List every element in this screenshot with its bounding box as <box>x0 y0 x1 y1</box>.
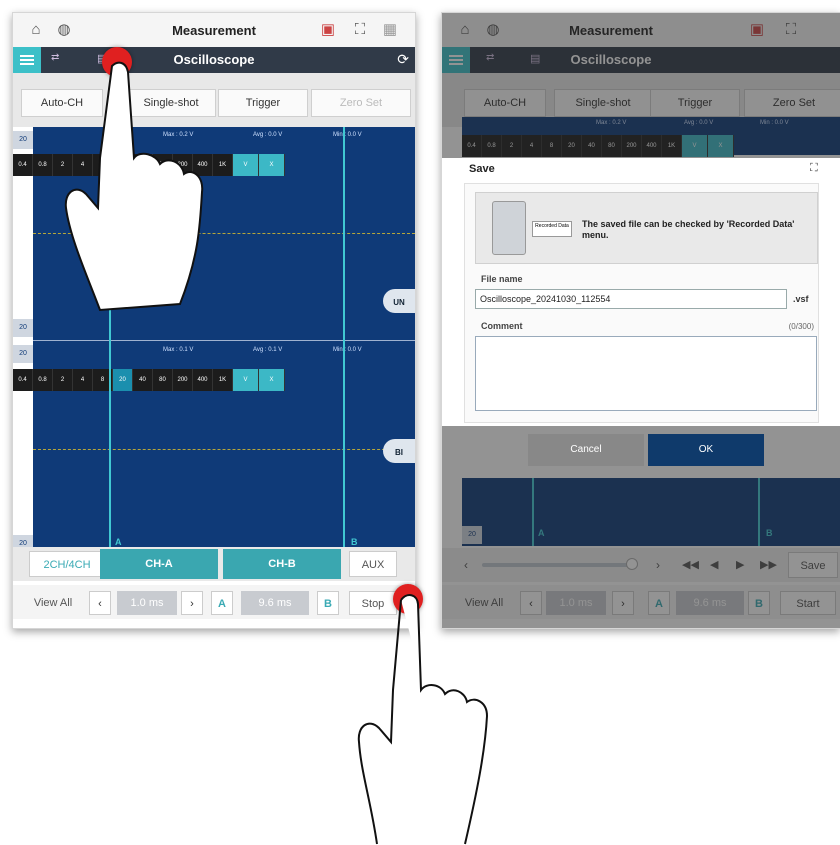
tablet-illustration <box>492 201 526 255</box>
file-name-input[interactable]: Oscilloscope_20241030_112554 <box>475 289 787 309</box>
cursor-b-button[interactable]: B <box>317 591 339 615</box>
channel-a-scale-label: 20 <box>13 131 33 149</box>
scale-value[interactable]: 400 <box>193 369 213 391</box>
save-dialog-title: Save <box>469 163 495 175</box>
channel-b-max: Max : 0.1 V <box>163 347 194 353</box>
scale-value-selected[interactable]: 20 <box>113 369 133 391</box>
scale-value[interactable]: 80 <box>153 369 173 391</box>
scale-value[interactable]: 2 <box>53 369 73 391</box>
screenshot-icon[interactable]: ⛶ <box>351 21 369 39</box>
scale-close-x[interactable]: X <box>259 154 285 176</box>
comment-counter: (0/300) <box>788 322 814 331</box>
channel-bar: 2CH/4CH CH-A CH-B AUX <box>13 547 415 581</box>
right-tablet-screen: ⌂ ◍ Measurement ▣ ⛶ ⇄ ▤ Oscilloscope Aut… <box>441 12 840 629</box>
scale-unit-v[interactable]: V <box>233 369 259 391</box>
channel-a-avg: Avg : 0.0 V <box>253 132 283 138</box>
save-form-panel: Recorded Data The saved file can be chec… <box>464 183 819 423</box>
pointing-hand-top-icon <box>64 61 204 312</box>
channel-b-zero-line <box>33 449 415 450</box>
top-bar: ⌂ ◍ Measurement ▣ ⛶ ▦ <box>13 13 415 47</box>
channel-a-bottom-label: 20 <box>13 319 33 337</box>
channel-b-volt-scale[interactable]: 0.4 0.8 2 4 8 20 40 80 200 400 1K V X <box>13 369 285 391</box>
comment-label: Comment <box>481 321 523 331</box>
modal-overlay-top <box>442 13 840 158</box>
scale-value[interactable]: 1K <box>213 154 233 176</box>
side-up-button[interactable]: UN <box>383 289 415 313</box>
scale-value[interactable]: 4 <box>73 369 93 391</box>
scale-value[interactable]: 200 <box>173 369 193 391</box>
ch-a-button[interactable]: CH-A <box>100 549 218 579</box>
channel-count-button[interactable]: 2CH/4CH <box>29 551 105 577</box>
save-dialog: Save ⛶ Recorded Data The saved file can … <box>442 158 840 478</box>
channel-a-min: Min : 0.0 V <box>333 132 362 138</box>
grid-icon[interactable]: ▦ <box>381 21 399 39</box>
ok-button[interactable]: OK <box>648 434 764 466</box>
file-name-label: File name <box>481 274 523 284</box>
channel-b-scale-label: 20 <box>13 345 33 363</box>
side-down-button[interactable]: BI <box>383 439 415 463</box>
modal-overlay-bottom <box>442 478 840 628</box>
file-extension: .vsf <box>793 294 809 304</box>
scale-close-x[interactable]: X <box>259 369 285 391</box>
ch-b-button[interactable]: CH-B <box>223 549 341 579</box>
scale-unit-v[interactable]: V <box>233 154 259 176</box>
channel-b-min: Min : 0.0 V <box>333 347 362 353</box>
info-box: Recorded Data The saved file can be chec… <box>475 192 818 264</box>
pointing-hand-bottom-icon <box>357 594 489 845</box>
scale-value[interactable]: 0.8 <box>33 154 53 176</box>
cursor-a-button[interactable]: A <box>211 591 233 615</box>
record-icon[interactable]: ▣ <box>319 21 337 39</box>
time-b-value: 9.6 ms <box>241 591 309 615</box>
comment-textarea[interactable] <box>475 336 817 411</box>
recorded-data-illustration: Recorded Data <box>532 221 572 237</box>
info-text: The saved file can be checked by 'Record… <box>582 219 795 240</box>
scale-value[interactable]: 40 <box>133 369 153 391</box>
scale-value[interactable]: 0.4 <box>13 369 33 391</box>
tab-trigger[interactable]: Trigger <box>218 89 308 117</box>
cursor-b-label: B <box>351 537 358 547</box>
aux-button[interactable]: AUX <box>349 551 397 577</box>
view-all-button[interactable]: View All <box>31 591 75 615</box>
refresh-icon[interactable]: ⟳ <box>397 51 409 68</box>
prev-button[interactable]: ‹ <box>89 591 111 615</box>
cursor-a-label: A <box>115 537 122 547</box>
next-button[interactable]: › <box>181 591 203 615</box>
cancel-button[interactable]: Cancel <box>528 434 644 466</box>
time-a-value: 1.0 ms <box>117 591 177 615</box>
cursor-b-line[interactable] <box>343 127 345 557</box>
tab-zero-set[interactable]: Zero Set <box>311 89 411 117</box>
scale-value[interactable]: 1K <box>213 369 233 391</box>
scale-value[interactable]: 0.8 <box>33 369 53 391</box>
scale-value[interactable]: 0.4 <box>13 154 33 176</box>
channel-b-avg: Avg : 0.1 V <box>253 347 283 353</box>
divider-line <box>33 340 415 341</box>
fullscreen-icon[interactable]: ⛶ <box>810 162 818 175</box>
